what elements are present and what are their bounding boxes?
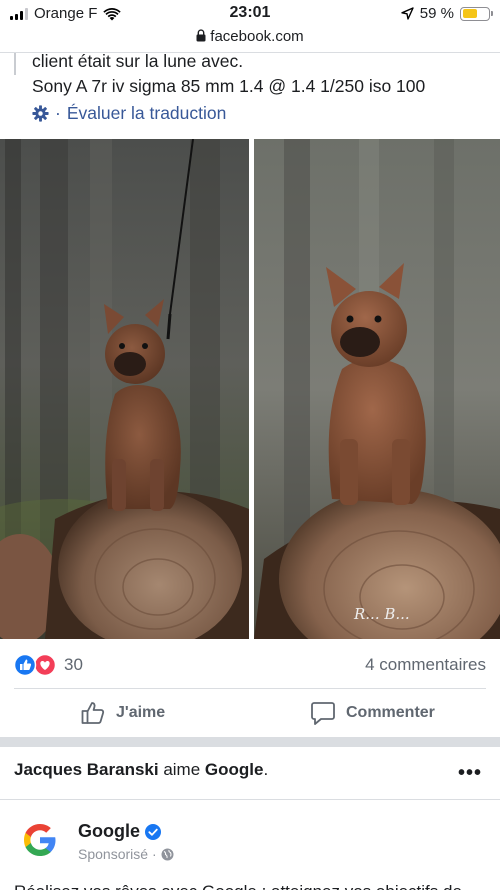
photo-left[interactable] — [0, 139, 249, 639]
comment-icon — [311, 702, 335, 725]
status-bar: Orange F 23:01 59 % — [0, 0, 500, 28]
verified-icon — [145, 823, 161, 840]
photo-watermark: R... B... — [353, 605, 410, 623]
like-button[interactable]: J'aime — [80, 698, 165, 728]
like-reaction-icon — [14, 654, 37, 676]
comment-button[interactable]: Commenter — [310, 698, 435, 728]
location-arrow-icon — [401, 7, 414, 20]
post-text-line-2: Sony A 7r iv sigma 85 mm 1.4 @ 1.4 1/250… — [32, 76, 426, 96]
divider — [0, 799, 500, 800]
sponsor-page-name[interactable]: Google — [78, 821, 161, 842]
activity-end: . — [263, 760, 269, 779]
text-quote-bar — [14, 53, 16, 75]
reactions-bar[interactable]: 30 4 commentaires — [0, 648, 500, 682]
more-icon[interactable]: ••• — [458, 762, 482, 785]
sponsored-text: Sponsorisé — [78, 846, 149, 862]
thumbs-up-icon — [81, 702, 105, 724]
love-reaction-icon — [33, 654, 57, 676]
battery-icon — [460, 6, 493, 21]
actor-name[interactable]: Jacques Baranski — [14, 760, 159, 779]
battery-percent: 59 % — [419, 5, 454, 22]
reaction-icons — [14, 654, 57, 676]
google-logo-icon[interactable] — [22, 822, 58, 858]
post-actions: J'aime Commenter — [0, 690, 500, 736]
gear-icon — [32, 105, 49, 122]
dog-on-log-photo — [0, 139, 249, 639]
status-right: 59 % — [401, 5, 493, 22]
translate-separator: · — [55, 103, 61, 123]
globe-icon — [161, 848, 174, 860]
sponsored-separator: · — [152, 846, 157, 862]
sponsored-label: Sponsorisé · — [78, 846, 174, 862]
reaction-count: 30 — [64, 655, 83, 674]
activity-target[interactable]: Google — [205, 760, 264, 779]
lock-icon — [196, 29, 206, 42]
ad-text-preview: Réalisez vos rêves avec Google : atteign… — [14, 882, 462, 890]
divider — [14, 688, 486, 689]
post-text: client était sur la lune avec. Sony A 7r… — [0, 51, 500, 137]
rate-translation-label: Évaluer la traduction — [66, 103, 227, 123]
photo-right[interactable]: R... B... — [254, 139, 500, 639]
story-activity-line: Jacques Baranski aime Google. — [14, 760, 268, 780]
comment-label: Commenter — [346, 704, 435, 721]
rate-translation-link[interactable]: · Évaluer la traduction — [32, 103, 226, 124]
url-text: facebook.com — [210, 28, 304, 45]
dog-on-log-closeup-photo: R... B... — [254, 139, 500, 639]
activity-verb: aime — [158, 760, 205, 779]
address-bar[interactable]: facebook.com — [0, 28, 500, 52]
feed-separator — [0, 737, 500, 747]
post-photos: R... B... — [0, 139, 500, 639]
comment-count[interactable]: 4 commentaires — [365, 655, 486, 675]
like-label: J'aime — [116, 704, 166, 721]
page-name-label: Google — [78, 821, 140, 841]
post-text-line-1: client était sur la lune avec. — [32, 51, 244, 71]
